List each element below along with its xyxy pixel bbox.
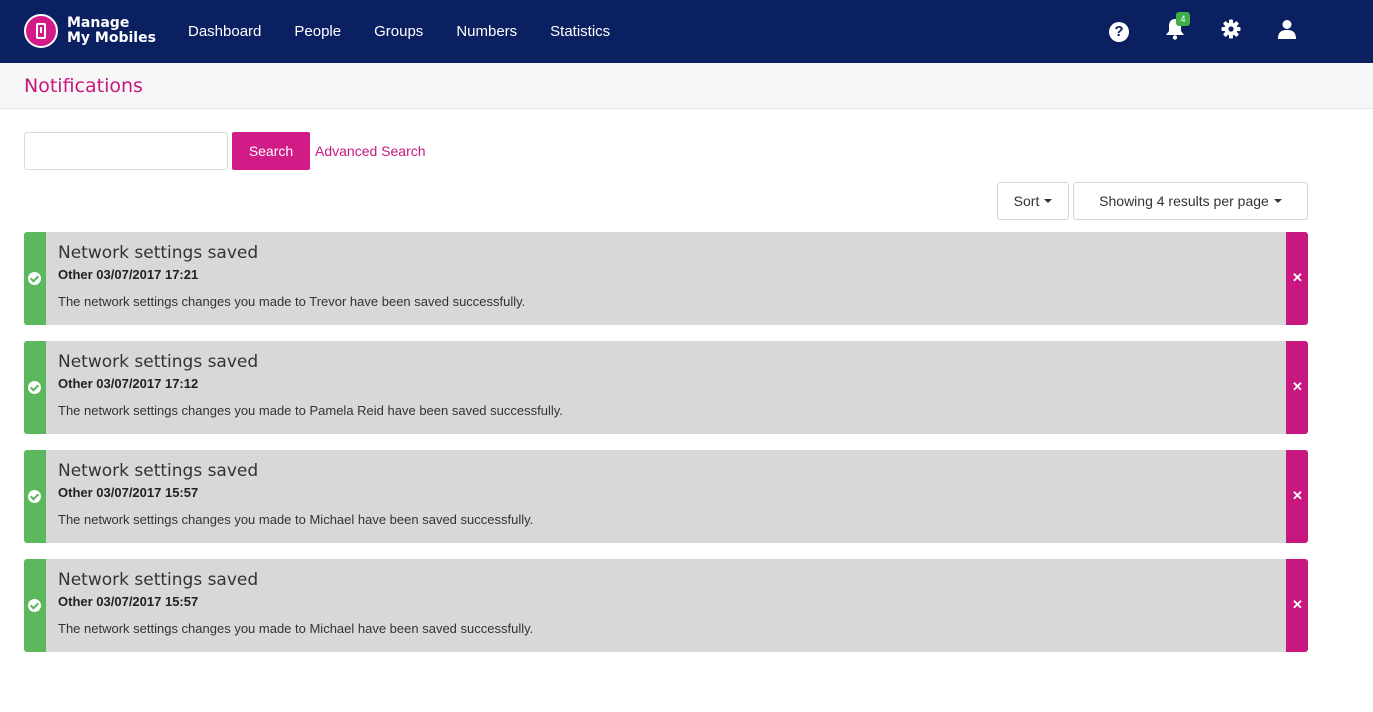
notification-item: Network settings saved Other 03/07/2017 … (24, 450, 1308, 543)
dismiss-notification-button[interactable]: ✕ (1286, 341, 1308, 434)
results-per-page-label: Showing 4 results per page (1099, 193, 1269, 209)
dismiss-notification-button[interactable]: ✕ (1286, 232, 1308, 325)
brand-line-1: Manage (67, 15, 130, 31)
check-circle-icon (28, 490, 41, 503)
nav-links: Dashboard People Groups Numbers Statisti… (188, 0, 643, 63)
nav-link-people[interactable]: People (294, 23, 341, 40)
notification-meta: Other 03/07/2017 17:12 (58, 376, 199, 391)
page-header: Notifications (0, 63, 1373, 109)
close-icon: ✕ (1292, 379, 1303, 394)
page-title: Notifications (24, 75, 143, 97)
notification-body: The network settings changes you made to… (58, 512, 534, 527)
notification-title: Network settings saved (58, 243, 259, 263)
nav-link-numbers[interactable]: Numbers (456, 23, 517, 40)
user-account-button[interactable] (1277, 19, 1297, 44)
advanced-search-link[interactable]: Advanced Search (315, 143, 426, 159)
brand-name: Manage My Mobiles (67, 16, 156, 46)
notification-meta: Other 03/07/2017 15:57 (58, 594, 199, 609)
brand-logo-link[interactable]: Manage My Mobiles (24, 11, 156, 51)
notification-meta: Other 03/07/2017 15:57 (58, 485, 199, 500)
notification-item: Network settings saved Other 03/07/2017 … (24, 559, 1308, 652)
nav-link-groups[interactable]: Groups (374, 23, 423, 40)
notification-meta: Other 03/07/2017 17:21 (58, 267, 199, 282)
results-per-page-dropdown[interactable]: Showing 4 results per page (1073, 182, 1308, 220)
dismiss-notification-button[interactable]: ✕ (1286, 559, 1308, 652)
notification-body: The network settings changes you made to… (58, 621, 534, 636)
nav-link-dashboard[interactable]: Dashboard (188, 23, 261, 40)
check-circle-icon (28, 272, 41, 285)
success-status-strip (24, 232, 46, 325)
success-status-strip (24, 559, 46, 652)
close-icon: ✕ (1292, 597, 1303, 612)
notification-body: The network settings changes you made to… (58, 403, 563, 418)
close-icon: ✕ (1292, 488, 1303, 503)
check-circle-icon (28, 599, 41, 612)
sort-dropdown[interactable]: Sort (997, 182, 1069, 220)
top-navbar: Manage My Mobiles Dashboard People Group… (0, 0, 1373, 63)
brand-line-2: My Mobiles (67, 30, 156, 46)
search-input[interactable] (24, 132, 228, 170)
check-circle-icon (28, 381, 41, 394)
notifications-bell-button[interactable]: 4 (1165, 12, 1190, 45)
nav-icons: ? 4 (1109, 0, 1297, 63)
notification-body: The network settings changes you made to… (58, 294, 526, 309)
gear-icon (1221, 19, 1241, 39)
sort-label: Sort (1013, 193, 1040, 209)
success-status-strip (24, 450, 46, 543)
close-icon: ✕ (1292, 270, 1303, 285)
user-icon (1278, 20, 1296, 39)
notification-title: Network settings saved (58, 461, 259, 481)
notification-count-badge: 4 (1176, 12, 1190, 26)
nav-link-statistics[interactable]: Statistics (550, 23, 610, 40)
notification-item: Network settings saved Other 03/07/2017 … (24, 232, 1308, 325)
success-status-strip (24, 341, 46, 434)
notification-title: Network settings saved (58, 352, 259, 372)
caret-down-icon (1273, 199, 1282, 203)
caret-down-icon (1044, 199, 1053, 203)
notification-item: Network settings saved Other 03/07/2017 … (24, 341, 1308, 434)
notification-title: Network settings saved (58, 570, 259, 590)
help-icon[interactable]: ? (1109, 21, 1129, 42)
search-button[interactable]: Search (232, 132, 310, 170)
settings-button[interactable] (1221, 19, 1241, 44)
dismiss-notification-button[interactable]: ✕ (1286, 450, 1308, 543)
phone-logo-icon (24, 14, 58, 48)
